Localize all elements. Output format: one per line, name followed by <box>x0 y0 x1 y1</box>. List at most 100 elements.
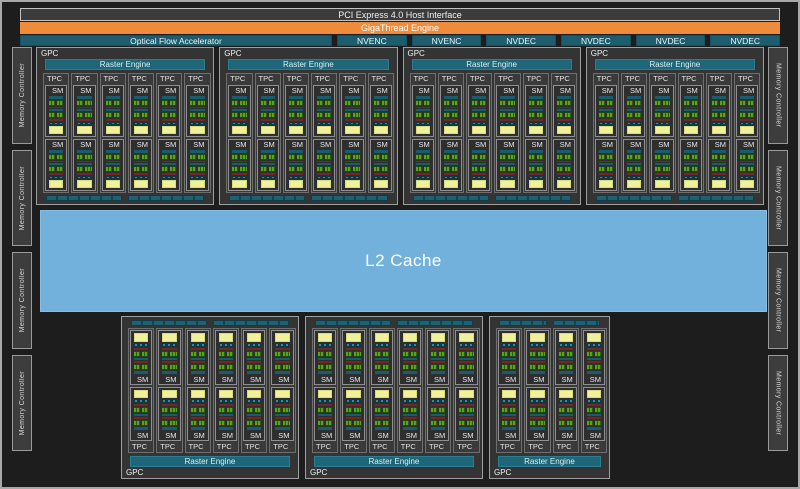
sm-sfu-dots-bar <box>655 122 669 126</box>
sm-core-block <box>684 154 698 160</box>
sm-core-block <box>403 364 417 370</box>
core-subblock <box>283 351 289 357</box>
core-subblock <box>559 407 565 413</box>
sm-rt-core-bar <box>559 390 573 399</box>
sm-core-block <box>190 154 204 160</box>
sm-tensor-divider <box>712 161 726 163</box>
core-subblock <box>318 407 324 413</box>
sm-block: SM <box>187 330 209 385</box>
sm-sfu-dots-bar <box>500 122 514 126</box>
core-subblock <box>289 166 295 172</box>
sm-label: SM <box>106 86 120 95</box>
sm-rt-core-bar <box>444 180 458 188</box>
sm-tensor-divider <box>375 404 389 406</box>
tpc-block: TPCSMSM <box>397 328 423 453</box>
core-subblock <box>275 420 281 426</box>
sm-block: SM <box>130 387 152 442</box>
sm-block: SM <box>412 139 434 191</box>
core-subblock <box>502 420 508 426</box>
core-subblock <box>557 166 563 172</box>
sm-label: SM <box>191 431 205 440</box>
sm-l1-cache-bar <box>261 96 275 99</box>
tpc-label: TPC <box>369 74 393 84</box>
sm-rt-core-bar <box>559 333 573 342</box>
core-subblock <box>353 166 359 172</box>
sm-sfu-dots-bar <box>627 176 641 180</box>
sm-rt-core-bar <box>444 126 458 134</box>
sm-block: SM <box>130 139 152 191</box>
sm-core-block <box>317 166 331 172</box>
sm-sfu-dots-bar <box>190 176 204 180</box>
core-subblock <box>199 420 205 426</box>
sm-core-block <box>416 112 430 118</box>
core-subblock <box>692 100 698 106</box>
sm-core-block <box>162 100 176 106</box>
core-subblock <box>345 112 351 118</box>
sm-rt-core-bar <box>134 180 148 188</box>
sm-tensor-divider <box>684 161 698 163</box>
core-subblock <box>424 100 430 106</box>
core-subblock <box>170 112 176 118</box>
sm-block: SM <box>102 139 124 191</box>
sm-mid-cache-bar <box>459 414 473 416</box>
gpc-block: GPCRaster EngineTPCSMSMTPCSMSMTPCSMSMTPC… <box>489 316 610 479</box>
sm-mid-cache-bar <box>190 109 204 111</box>
core-subblock <box>374 112 380 118</box>
memory-controller-label: Memory Controller <box>775 371 782 435</box>
core-subblock <box>720 166 726 172</box>
l2-cache-block: L2 Cache <box>40 210 767 312</box>
sm-tensor-divider <box>134 348 148 350</box>
core-subblock <box>431 420 437 426</box>
core-subblock <box>567 407 573 413</box>
sm-tensor-divider <box>275 417 289 419</box>
sm-rt-core-bar <box>740 180 754 188</box>
sm-tensor-divider <box>318 417 332 419</box>
raster-engine-bar: Raster Engine <box>130 456 290 467</box>
sm-core-block <box>529 112 543 118</box>
tpc-block: TPCSMSM <box>71 73 97 193</box>
sm-core-block <box>219 420 233 426</box>
sm-core-block <box>459 407 473 413</box>
sm-tensor-divider <box>275 361 289 363</box>
sm-label: SM <box>77 86 91 95</box>
sm-core-block <box>712 154 726 160</box>
sm-tensor-divider <box>375 361 389 363</box>
tpc-block: TPCSMSM <box>269 328 295 453</box>
sm-tensor-divider <box>261 173 275 175</box>
core-subblock <box>77 166 83 172</box>
sm-core-block <box>346 407 360 413</box>
tpc-block: TPCSMSM <box>128 73 154 193</box>
core-subblock <box>198 154 204 160</box>
sm-tensor-divider <box>431 417 445 419</box>
core-subblock <box>374 154 380 160</box>
core-subblock <box>480 154 486 160</box>
core-subblock <box>354 420 360 426</box>
core-subblock <box>559 420 565 426</box>
sm-core-block <box>502 364 516 370</box>
core-subblock <box>49 100 55 106</box>
sm-sfu-dots-bar <box>416 122 430 126</box>
sm-core-block <box>134 166 148 172</box>
core-subblock <box>502 407 508 413</box>
sm-sfu-dots-bar <box>49 122 63 126</box>
core-subblock <box>500 166 506 172</box>
sm-rt-core-bar <box>346 333 360 342</box>
sm-mid-cache-bar <box>77 163 91 165</box>
sm-sfu-dots-bar <box>431 343 445 347</box>
sm-tensor-divider <box>500 173 514 175</box>
sm-core-block <box>106 100 120 106</box>
sm-core-block <box>502 420 516 426</box>
sm-block: SM <box>498 387 520 442</box>
tpc-label: TPC <box>242 442 266 452</box>
core-subblock <box>565 166 571 172</box>
sm-core-block <box>740 112 754 118</box>
sm-sfu-dots-bar <box>655 176 669 180</box>
sm-tensor-divider <box>190 173 204 175</box>
sm-tensor-divider <box>740 119 754 121</box>
sm-l1-cache-bar <box>712 150 726 153</box>
core-subblock <box>326 420 332 426</box>
sm-mid-cache-bar <box>627 163 641 165</box>
sm-block: SM <box>285 85 307 137</box>
core-subblock <box>346 407 352 413</box>
memory-controller-column-left: Memory ControllerMemory ControllerMemory… <box>12 47 32 451</box>
